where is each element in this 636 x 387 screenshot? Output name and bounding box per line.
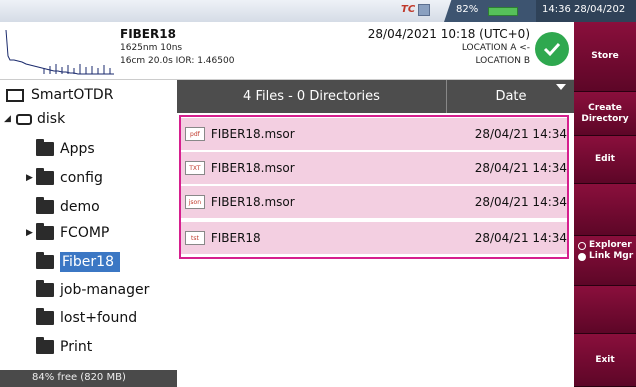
store-button[interactable]: Store	[574, 22, 636, 92]
file-name-cell: FIBER18.msor	[210, 161, 295, 175]
check-circle-icon	[535, 32, 569, 66]
edit-label: Edit	[595, 154, 615, 164]
tree-item-label: lost+found	[60, 310, 138, 326]
store-label: Store	[591, 51, 619, 61]
file-date-cell: 28/04/21 14:34	[474, 231, 568, 245]
folder-icon	[36, 223, 54, 240]
create-directory-label-2: Directory	[581, 113, 629, 124]
radio-off-icon	[578, 241, 586, 250]
folder-icon	[36, 308, 54, 325]
chevron-right-icon[interactable]: ▶	[26, 173, 36, 183]
file-row[interactable]: json FIBER18.msor 28/04/21 14:34	[181, 186, 567, 218]
storage-icon	[418, 4, 430, 16]
file-date-cell: 28/04/21 14:34	[474, 195, 568, 209]
folder-icon	[36, 197, 54, 214]
trace-thumbnail	[5, 29, 114, 75]
tree-item-lost-found[interactable]: lost+found	[26, 307, 137, 329]
radio-link-mgr-label: Link Mgr	[589, 251, 634, 261]
free-space-status: 84% free (820 MB)	[0, 370, 177, 387]
location-b: LOCATION B	[475, 56, 530, 66]
exit-button[interactable]: Exit	[574, 334, 636, 387]
battery-percent: 82%	[456, 4, 479, 15]
measurement-info-header: FIBER18 1625nm 10ns 16cm 20.0s IOR: 1.46…	[0, 22, 574, 80]
chevron-right-icon[interactable]: ▶	[26, 228, 36, 238]
sort-arrow-icon	[556, 84, 566, 90]
file-count-header[interactable]: 4 Files - 0 Directories	[177, 80, 447, 113]
file-row[interactable]: pdf FIBER18.msor 28/04/21 14:34	[181, 118, 567, 150]
disk-icon	[16, 113, 32, 125]
measurement-datetime: 28/04/2021 10:18 (UTC+0)	[367, 27, 530, 41]
file-name-cell: FIBER18	[210, 231, 261, 245]
file-name: FIBER18	[120, 27, 176, 41]
tree-root-label: SmartOTDR	[31, 87, 114, 103]
clock: 14:36 28/04/202	[536, 0, 636, 22]
folder-tree: SmartOTDR ◢ disk Apps ▶ config demo ▶ FC…	[0, 80, 177, 387]
create-directory-label-1: Create	[588, 102, 622, 113]
view-mode-toggle[interactable]: Explorer Link Mgr	[574, 236, 636, 286]
tree-item-demo[interactable]: demo	[26, 196, 100, 218]
tree-item-label: job-manager	[60, 282, 150, 298]
file-date-cell: 28/04/21 14:34	[474, 161, 568, 175]
file-name-cell: FIBER18.msor	[210, 127, 295, 141]
txt-file-icon: TXT	[185, 161, 205, 175]
resolution-ior: 16cm 20.0s IOR: 1.46500	[120, 56, 235, 66]
tree-item-fiber18[interactable]: Fiber18	[26, 251, 120, 273]
location-a: LOCATION A <-	[461, 43, 530, 53]
tree-item-label: demo	[60, 199, 100, 215]
folder-icon	[36, 280, 54, 297]
file-list-header: 4 Files - 0 Directories Date	[177, 80, 574, 113]
json-file-icon: json	[185, 195, 205, 209]
exit-label: Exit	[595, 354, 615, 365]
folder-icon	[36, 168, 54, 185]
tree-item-label: Apps	[60, 141, 95, 157]
tree-item-job-manager[interactable]: job-manager	[26, 279, 149, 301]
tree-item-print[interactable]: Print	[26, 336, 92, 358]
tree-disk-label: disk	[37, 111, 66, 127]
file-name-cell: FIBER18.msor	[210, 195, 295, 209]
tree-item-apps[interactable]: Apps	[26, 138, 95, 160]
tree-item-label: Print	[60, 339, 93, 355]
tree-root[interactable]: SmartOTDR	[6, 84, 113, 106]
status-bar: TC 82% 14:36 28/04/202	[0, 0, 636, 22]
battery-icon	[488, 7, 518, 16]
file-date-cell: 28/04/21 14:34	[474, 127, 568, 141]
edit-button[interactable]: Edit	[574, 136, 636, 184]
tst-file-icon: tst	[185, 231, 205, 245]
tree-item-label: FCOMP	[60, 225, 110, 241]
softkey-panel: Store Create Directory Edit Explorer Lin…	[574, 22, 636, 387]
folder-icon	[36, 139, 54, 156]
tree-item-fcomp[interactable]: ▶ FCOMP	[26, 222, 109, 244]
tc-logo-icon: TC	[401, 4, 416, 15]
file-row[interactable]: tst FIBER18 28/04/21 14:34	[181, 222, 567, 254]
folder-icon	[36, 252, 54, 269]
chevron-down-icon[interactable]: ◢	[4, 114, 14, 124]
radio-link-mgr[interactable]: Link Mgr	[578, 251, 633, 262]
device-icon	[6, 88, 24, 102]
radio-explorer[interactable]: Explorer	[578, 240, 632, 251]
tree-item-label: Fiber18	[60, 252, 120, 272]
wavelength-pulse: 1625nm 10ns	[120, 43, 183, 53]
date-column-header[interactable]: Date	[448, 80, 574, 113]
file-row[interactable]: TXT FIBER18.msor 28/04/21 14:34	[181, 152, 567, 184]
radio-explorer-label: Explorer	[589, 240, 632, 250]
radio-on-icon	[578, 252, 586, 261]
tree-item-config[interactable]: ▶ config	[26, 167, 103, 189]
tree-disk[interactable]: ◢ disk	[4, 108, 65, 130]
pdf-file-icon: pdf	[185, 127, 205, 141]
tree-item-label: config	[60, 170, 103, 186]
folder-icon	[36, 337, 54, 354]
blank-softkey-1[interactable]	[574, 184, 636, 236]
file-list: 4 Files - 0 Directories Date pdf FIBER18…	[177, 80, 574, 387]
blank-softkey-2[interactable]	[574, 286, 636, 334]
date-column-label: Date	[495, 89, 527, 104]
create-directory-button[interactable]: Create Directory	[574, 92, 636, 136]
